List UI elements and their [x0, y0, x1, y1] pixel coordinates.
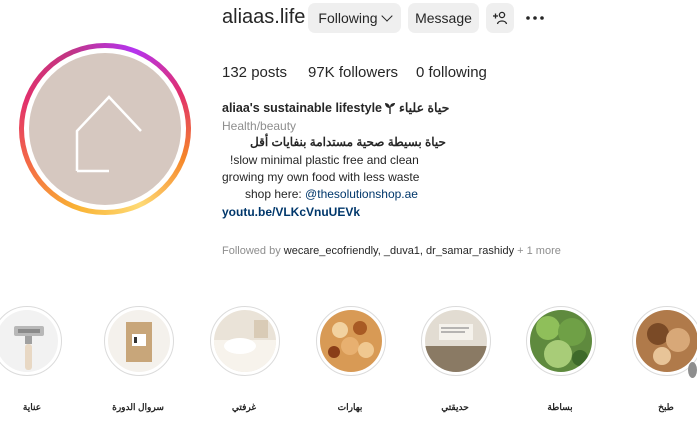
following-button-label: Following [318, 10, 378, 26]
bio-line-4: shop here: @thesolutionshop.ae [245, 186, 418, 203]
product-box-icon [108, 310, 170, 372]
followed-by-more: + 1 more [514, 245, 561, 257]
house-logo-icon [75, 95, 142, 173]
highlights-next-button[interactable] [688, 362, 697, 378]
posts-count: 132 posts [222, 64, 287, 81]
highlight-garden[interactable] [421, 306, 491, 376]
profile-category: Health/beauty [222, 119, 297, 133]
more-dots-icon [526, 16, 544, 20]
sprout-icon [385, 102, 396, 114]
posts-number: 132 [222, 64, 248, 81]
highlight-food[interactable] [632, 306, 697, 376]
highlight-label-3: غرفتي [231, 402, 257, 412]
add-user-icon [493, 11, 508, 25]
following-link[interactable]: 0 following [416, 64, 487, 81]
highlight-plant[interactable] [526, 306, 596, 376]
followed-by-names: wecare_ecofriendly, _duva1, dr_samar_ras… [283, 245, 515, 257]
highlight-label-4: بهارات [337, 402, 363, 412]
followers-link[interactable]: 97K followers [308, 64, 398, 81]
garden-icon [425, 310, 487, 372]
bio-shop-mention[interactable]: @thesolutionshop.ae [305, 187, 418, 201]
highlight-label-6: بساطة [547, 402, 573, 412]
followed-by[interactable]: Followed by wecare_ecofriendly, _duva1, … [222, 243, 561, 260]
following-label: following [428, 64, 487, 81]
more-options-button[interactable] [523, 3, 547, 33]
highlight-label-2: سروال الدورة [112, 402, 164, 412]
full-name-text: aliaa's sustainable lifestyle [222, 101, 382, 115]
message-button[interactable]: Message [408, 3, 479, 33]
highlight-label-5: حديقتي [441, 402, 469, 412]
posts-label: posts [251, 64, 288, 81]
profile-avatar-ring[interactable] [19, 43, 191, 215]
razor-icon [0, 310, 58, 372]
suggest-users-button[interactable] [486, 3, 514, 33]
highlight-bedroom[interactable] [210, 306, 280, 376]
highlight-product[interactable] [104, 306, 174, 376]
profile-website-link[interactable]: youtu.be/VLKcVnuUEVk [222, 204, 360, 221]
following-button[interactable]: Following [308, 3, 401, 33]
full-name-arabic: حياة علياء [398, 101, 450, 115]
highlight-label-7: طبخ [658, 402, 674, 412]
bio-line-arabic: حياة بسيطة صحية مستدامة بنفايات أقل [250, 135, 446, 149]
profile-full-name: aliaa's sustainable lifestyle حياة علياء [222, 100, 449, 117]
bio-line-2: !slow minimal plastic free and clean [230, 153, 419, 167]
highlight-label-1: عناية [22, 402, 42, 412]
followed-by-prefix: Followed by [222, 245, 284, 257]
following-number: 0 [416, 64, 425, 81]
followers-number: 97K [308, 64, 335, 81]
chevron-down-icon [380, 9, 393, 22]
bio-shop-prefix: shop here: [245, 187, 306, 201]
message-button-label: Message [415, 10, 472, 26]
highlight-spices[interactable] [316, 306, 386, 376]
spices-icon [320, 310, 382, 372]
food-icon [636, 310, 697, 372]
plant-icon [530, 310, 592, 372]
followers-label: followers [338, 64, 399, 81]
bedroom-icon [214, 310, 276, 372]
highlight-razor[interactable] [0, 306, 62, 376]
avatar-ring-gap [24, 48, 186, 210]
avatar[interactable] [29, 53, 181, 205]
profile-username: aliaas.life [222, 6, 306, 28]
bio-line-3: growing my own food with less waste [222, 170, 420, 184]
